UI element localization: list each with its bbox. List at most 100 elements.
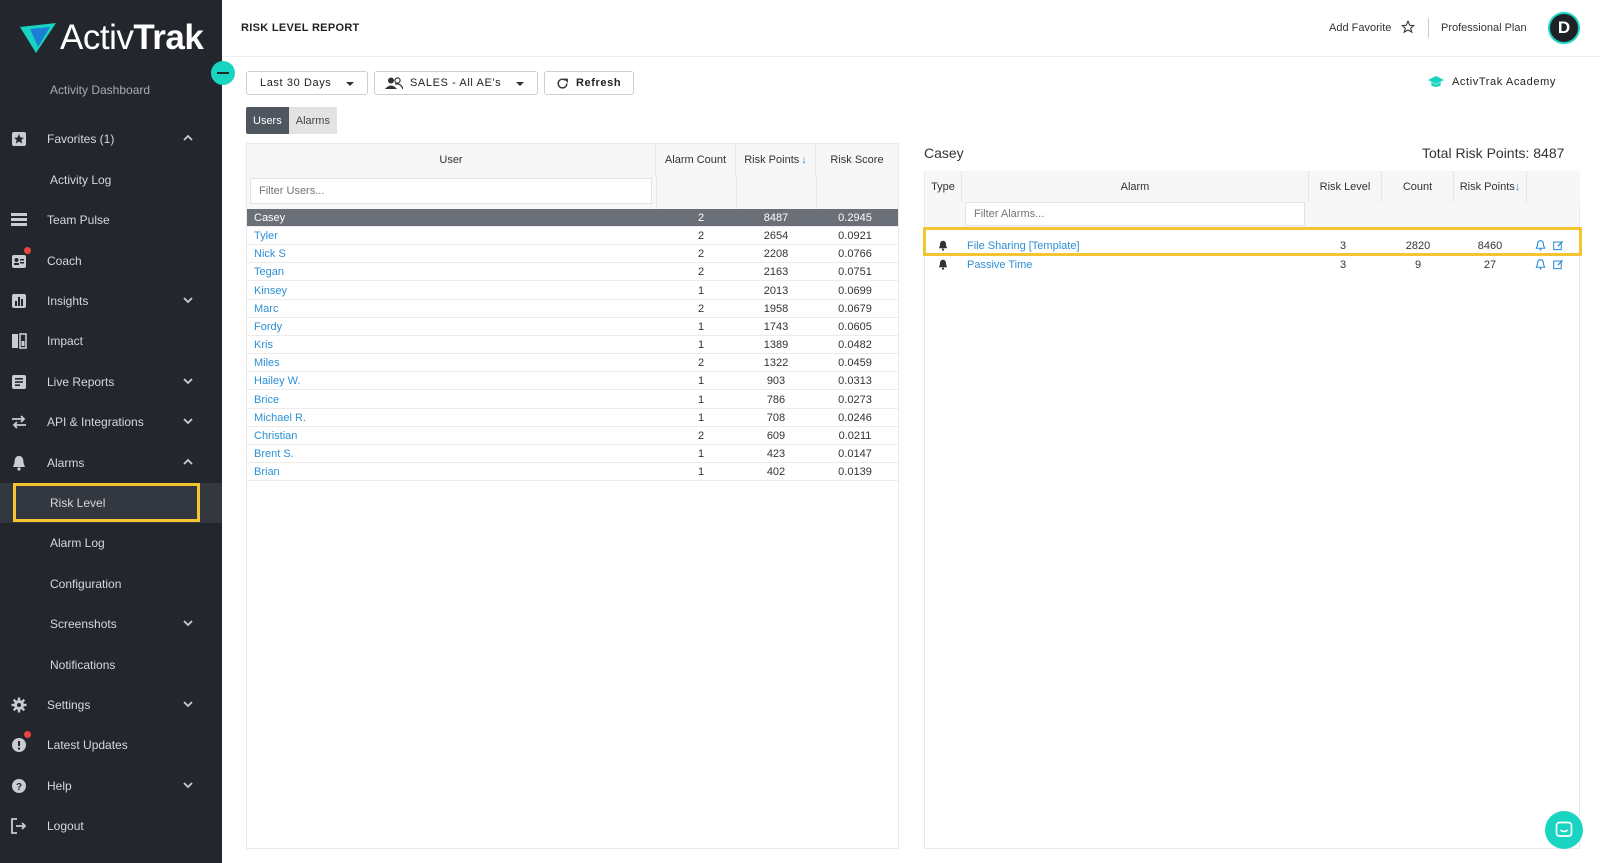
group-dropdown[interactable]: SALES - All AE's [374,71,538,95]
sidebar-item-coach[interactable]: Coach [0,241,222,281]
sidebar-item-live-reports[interactable]: Live Reports [0,362,222,402]
user-link[interactable]: Kris [254,339,273,351]
table-row[interactable]: Tegan 2 2163 0.0751 [247,263,898,282]
table-row[interactable]: Michael R. 1 708 0.0246 [247,409,898,427]
user-link[interactable]: Marc [254,303,278,315]
table-row[interactable]: Marc 2 1958 0.0679 [247,300,898,318]
sidebar-item-logout[interactable]: Logout [0,806,222,846]
star-outline-icon[interactable] [1401,20,1415,34]
column-header-risk-level[interactable]: Risk Level [1309,171,1382,202]
table-row[interactable]: Hailey W. 1 903 0.0313 [247,372,898,391]
user-link[interactable]: Hailey W. [254,375,300,387]
table-row[interactable]: Tyler 2 2654 0.0921 [247,227,898,246]
user-link[interactable]: Tegan [254,266,284,278]
sidebar-item-screenshots[interactable]: Screenshots [0,604,222,644]
chevron-down-icon[interactable] [182,294,196,308]
column-header-count[interactable]: Count [1382,171,1454,202]
table-row[interactable]: Fordy 1 1743 0.0605 [247,318,898,336]
sidebar-item-settings[interactable]: Settings [0,685,222,725]
impact-icon [10,333,27,350]
sidebar-item-impact[interactable]: Impact [0,321,222,361]
sidebar-item-activity-dashboard[interactable]: Activity Dashboard [0,80,222,100]
risk-points-cell: 402 [766,466,786,479]
group-label: SALES - All AE's [410,77,502,89]
edit-icon[interactable] [1553,259,1564,273]
sidebar-item-alarms[interactable]: Alarms [0,443,222,483]
user-link[interactable]: Tyler [254,230,278,242]
table-row[interactable]: Brent S. 1 423 0.0147 [247,445,898,463]
user-link[interactable]: Michael R. [254,412,306,424]
column-header-alarm[interactable]: Alarm [962,171,1309,202]
user-link[interactable]: Nick S [254,248,286,260]
table-row[interactable]: Christian 2 609 0.0211 [247,427,898,445]
sidebar-item-api-integrations[interactable]: API & Integrations [0,402,222,442]
user-link[interactable]: Christian [254,430,297,442]
risk-score-cell: 0.0766 [838,248,872,261]
chevron-down-icon[interactable] [182,779,196,793]
table-row[interactable]: Kris 1 1389 0.0482 [247,336,898,355]
add-favorite-link[interactable]: Add Favorite [1329,22,1391,34]
sidebar-item-insights[interactable]: Insights [0,281,222,321]
academy-link[interactable]: ActivTrak Academy [1428,76,1556,88]
sidebar-item-alarm-log[interactable]: Alarm Log [0,523,222,563]
chevron-up-icon[interactable] [182,456,196,470]
filter-alarms-input[interactable] [965,202,1305,226]
collapse-sidebar-button[interactable] [211,61,235,85]
risk-score-cell: 0.0147 [838,447,872,460]
refresh-label: Refresh [576,77,622,89]
column-header-risk-score[interactable]: Risk Score [816,144,898,175]
table-row[interactable]: Kinsey 1 2013 0.0699 [247,282,898,300]
sidebar-item-notifications[interactable]: Notifications [0,645,222,685]
column-header-type[interactable]: Type [925,171,962,202]
sidebar-item-latest-updates[interactable]: Latest Updates [0,725,222,765]
refresh-button[interactable]: Refresh [544,71,634,95]
user-link[interactable]: Casey [254,212,285,224]
date-range-dropdown[interactable]: Last 30 Days [246,71,368,95]
sort-down-icon: ↓ [801,153,807,166]
chevron-down-icon[interactable] [182,415,196,429]
sidebar-item-label: Alarm Log [50,536,105,551]
caret-down-icon [346,82,354,86]
chevron-down-icon[interactable] [182,617,196,631]
chevron-up-icon[interactable] [182,132,196,146]
sidebar-item-label: Live Reports [47,374,115,389]
table-row[interactable]: Miles 2 1322 0.0459 [247,354,898,373]
tab-users[interactable]: Users [246,107,289,134]
alarm-row[interactable]: Passive Time 3 9 27 [924,256,1580,274]
column-header-risk-points[interactable]: Risk Points ↓ [736,144,816,175]
alarm-count-cell: 1 [697,339,705,352]
user-link[interactable]: Brian [254,466,280,478]
chevron-down-icon[interactable] [182,375,196,389]
alarm-link[interactable]: Passive Time [967,259,1032,271]
sidebar-item-configuration[interactable]: Configuration [0,564,222,604]
chevron-down-icon[interactable] [182,698,196,712]
table-row[interactable]: Brice 1 786 0.0273 [247,391,898,409]
alarm-count-cell: 1 [697,411,705,424]
tab-alarms[interactable]: Alarms [288,107,337,134]
user-avatar[interactable]: D [1548,12,1580,44]
risk-points-cell: 2013 [763,284,789,297]
column-header-alarm-count[interactable]: Alarm Count [656,144,736,175]
sidebar-item-label: Notifications [50,657,116,672]
chat-button[interactable] [1545,811,1583,849]
user-link[interactable]: Kinsey [254,285,287,297]
user-link[interactable]: Miles [254,357,280,369]
plan-label[interactable]: Professional Plan [1441,22,1527,34]
activtrak-logo[interactable]: ActivTrak [20,18,204,58]
sidebar-item-team-pulse[interactable]: Team Pulse [0,200,222,240]
risk-score-cell: 0.0679 [838,302,872,315]
user-link[interactable]: Fordy [254,321,282,333]
sidebar-item-favorites-1[interactable]: Favorites (1) [0,119,222,159]
column-header-user[interactable]: User [247,144,656,175]
column-header-risk-points[interactable]: Risk Points ↓ [1454,171,1527,202]
filter-users-input[interactable] [250,178,652,204]
table-row[interactable]: Casey 2 8487 0.2945 [247,209,898,227]
notification-bell-icon[interactable] [1535,258,1546,273]
sidebar-item-help[interactable]: ? Help [0,766,222,806]
table-row[interactable]: Brian 1 402 0.0139 [247,463,898,482]
risk-score-cell: 0.0921 [838,230,872,243]
user-link[interactable]: Brice [254,394,279,406]
table-row[interactable]: Nick S 2 2208 0.0766 [247,245,898,264]
sidebar-item-activity-log[interactable]: Activity Log [0,160,222,200]
user-link[interactable]: Brent S. [254,448,294,460]
